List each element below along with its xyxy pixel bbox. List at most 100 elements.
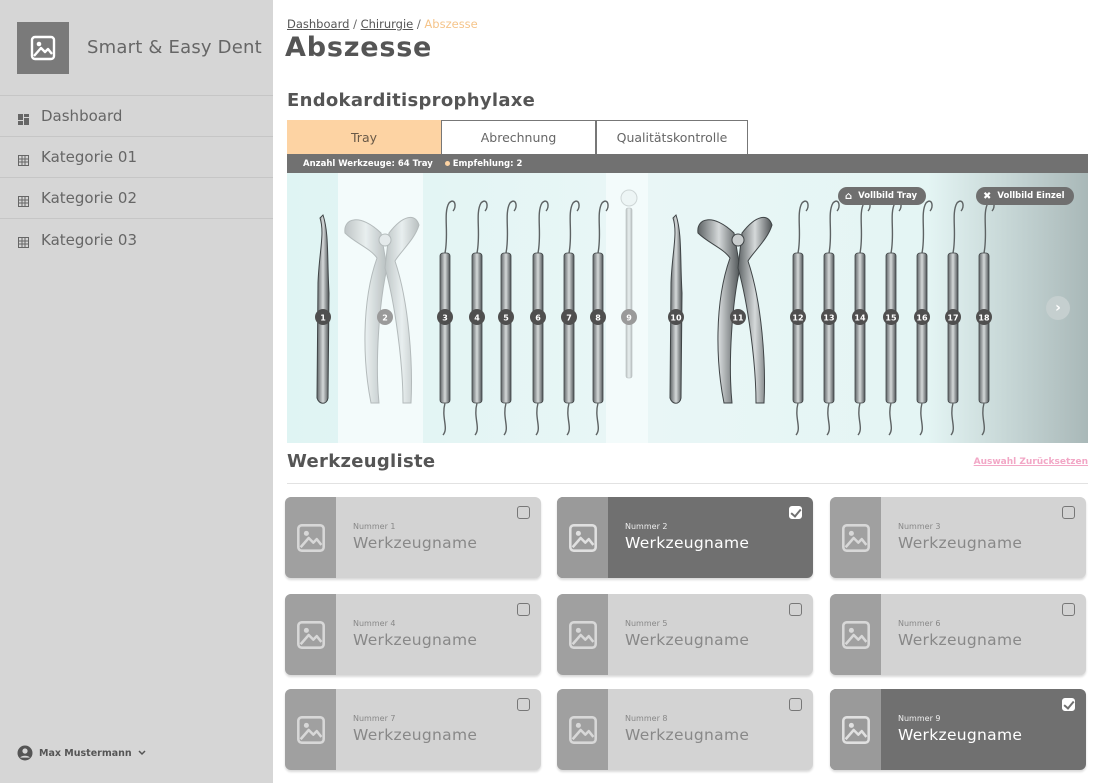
breadcrumb-separator: / — [353, 17, 357, 31]
image-placeholder-icon — [830, 689, 881, 770]
sidebar-item-label: Dashboard — [41, 107, 123, 125]
tool-card[interactable]: Nummer 7 Werkzeugname — [285, 689, 541, 770]
checkbox[interactable] — [517, 506, 530, 519]
instrument-number-label: 10 — [670, 314, 682, 323]
instrument-number-label: 5 — [503, 314, 509, 323]
instrument-number-label: 2 — [382, 314, 388, 323]
tools-icon: ✖ — [983, 190, 992, 202]
image-placeholder-icon — [557, 497, 608, 578]
tool-card[interactable]: Nummer 1 Werkzeugname — [285, 497, 541, 578]
tool-card[interactable]: Nummer 3 Werkzeugname — [830, 497, 1086, 578]
recommendation-dot-icon — [444, 161, 450, 166]
recommendation-count: Empfehlung: 2 — [452, 158, 523, 169]
tool-name: Werkzeugname — [353, 534, 478, 552]
sidebar-item-kategorie-01[interactable]: Kategorie 01 — [0, 137, 273, 178]
instrument-number-label: 7 — [566, 314, 572, 323]
section-title: Endokarditisprophylaxe — [287, 90, 536, 111]
fullscreen-tray-label: Vollbild Tray — [858, 191, 917, 201]
fullscreen-single-label: Vollbild Einzel — [997, 191, 1065, 201]
breadcrumb-current: Abszesse — [424, 17, 478, 31]
tool-card[interactable]: Nummer 8 Werkzeugname — [557, 689, 813, 770]
instrument-number-label: 9 — [626, 314, 632, 323]
tool-card[interactable]: Nummer 5 Werkzeugname — [557, 594, 813, 675]
chevron-right-icon: › — [1055, 300, 1061, 316]
tool-number: Nummer 7 — [353, 714, 396, 723]
breadcrumb-chirurgie[interactable]: Chirurgie — [361, 17, 414, 31]
sidebar-item-kategorie-02[interactable]: Kategorie 02 — [0, 178, 273, 219]
sidebar: Smart & Easy Dent Dashboard Kategorie 01… — [0, 0, 273, 783]
tool-number: Nummer 3 — [898, 522, 941, 531]
instrument-number-label: 1 — [320, 314, 326, 323]
instrument-number-label: 13 — [823, 314, 834, 323]
tool-number: Nummer 4 — [353, 619, 396, 628]
tool-name: Werkzeugname — [898, 631, 1023, 649]
image-placeholder-icon — [285, 497, 336, 578]
tool-name: Werkzeugname — [898, 726, 1023, 744]
fullscreen-tray-button[interactable]: ⌂ Vollbild Tray — [838, 187, 926, 205]
tool-count: Anzahl Werkzeuge: 64 Tray — [303, 158, 433, 169]
tool-name: Werkzeugname — [353, 631, 478, 649]
checkbox[interactable] — [789, 698, 802, 711]
instrument-number-label: 15 — [885, 314, 897, 323]
checkbox[interactable] — [517, 603, 530, 616]
checkbox-checked[interactable] — [1062, 698, 1075, 711]
image-placeholder-icon — [557, 689, 608, 770]
instrument-number-label: 4 — [474, 314, 480, 323]
dashboard-icon — [18, 111, 29, 125]
info-bar: Anzahl Werkzeuge: 64 Tray Empfehlung: 2 — [287, 154, 1088, 173]
checkbox[interactable] — [789, 603, 802, 616]
tab-tray[interactable]: Tray — [287, 120, 441, 154]
checkbox[interactable] — [517, 698, 530, 711]
instrument-number-label: 6 — [535, 314, 541, 323]
breadcrumb-dashboard[interactable]: Dashboard — [287, 17, 349, 31]
tab-abrechnung[interactable]: Abrechnung — [441, 120, 596, 154]
sidebar-item-label: Kategorie 02 — [41, 189, 137, 207]
image-placeholder-icon — [830, 497, 881, 578]
instrument-number-label: 11 — [732, 314, 744, 323]
tool-name: Werkzeugname — [353, 726, 478, 744]
image-icon — [17, 21, 69, 74]
user-menu[interactable]: Max Mustermann — [17, 745, 152, 761]
chevron-down-icon — [138, 750, 146, 756]
instrument-number-label: 8 — [595, 314, 601, 323]
instrument-number-label: 18 — [978, 314, 990, 323]
brand[interactable]: Smart & Easy Dent — [0, 0, 273, 96]
user-name: Max Mustermann — [39, 747, 132, 759]
tool-card[interactable]: Nummer 4 Werkzeugname — [285, 594, 541, 675]
tool-number: Nummer 6 — [898, 619, 941, 628]
tool-name: Werkzeugname — [625, 726, 750, 744]
tool-number: Nummer 5 — [625, 619, 668, 628]
instrument-number-label: 3 — [442, 314, 448, 323]
sidebar-item-label: Kategorie 01 — [41, 148, 137, 166]
next-arrow-button[interactable]: › — [1046, 296, 1070, 320]
fullscreen-single-button[interactable]: ✖ Vollbild Einzel — [976, 187, 1074, 205]
tray-icon: ⌂ — [845, 190, 853, 202]
image-placeholder-icon — [557, 594, 608, 675]
tab-qualitaetskontrolle[interactable]: Qualitätskontrolle — [596, 120, 748, 154]
image-placeholder-icon — [830, 594, 881, 675]
checkbox[interactable] — [1062, 603, 1075, 616]
checkbox[interactable] — [1062, 506, 1075, 519]
tool-number: Nummer 8 — [625, 714, 668, 723]
reset-selection-link[interactable]: Auswahl Zurücksetzen — [974, 457, 1088, 467]
sidebar-item-kategorie-03[interactable]: Kategorie 03 — [0, 219, 273, 260]
tool-name: Werkzeugname — [625, 631, 750, 649]
tool-card[interactable]: Nummer 9 Werkzeugname — [830, 689, 1086, 770]
tool-name: Werkzeugname — [625, 534, 750, 552]
sidebar-item-dashboard[interactable]: Dashboard — [0, 96, 273, 137]
instrument-number-label: 12 — [792, 314, 803, 323]
tool-card[interactable]: Nummer 6 Werkzeugname — [830, 594, 1086, 675]
tool-number: Nummer 1 — [353, 522, 396, 531]
tab-bar: Tray Abrechnung Qualitätskontrolle — [287, 120, 748, 154]
image-placeholder-icon — [285, 594, 336, 675]
breadcrumb-separator: / — [416, 17, 421, 31]
instrument-tray[interactable]: 1 2 3 4 5 6 7 8 9 10 11 12 13 14 15 16 17 18 ⌂ Vollbild T… — [287, 173, 1088, 443]
instrument-number-label: 14 — [854, 314, 866, 323]
image-placeholder-icon — [285, 689, 336, 770]
checkbox-checked[interactable] — [789, 506, 802, 519]
tool-card[interactable]: Nummer 2 Werkzeugname — [557, 497, 813, 578]
instrument-number-label: 17 — [947, 314, 958, 323]
tool-number: Nummer 9 — [898, 714, 941, 723]
brand-name: Smart & Easy Dent — [87, 37, 262, 58]
page-title: Abszesse — [285, 32, 433, 63]
